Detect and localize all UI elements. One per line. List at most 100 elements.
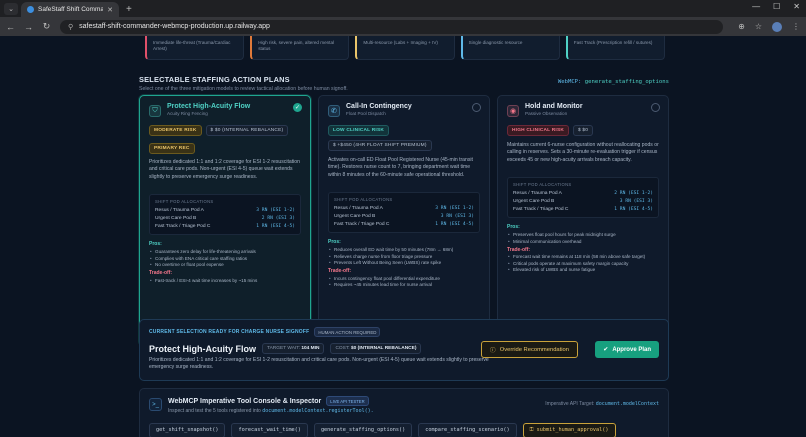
tradeoff-item: Critical pods operate at maximum safety … [507,261,659,266]
pod-rn-count: 3 RN (ESI 1-2) [435,206,474,212]
window-close-icon[interactable]: ✕ [793,2,800,11]
selected-plan-description: Prioritizes dedicated 1:1 and 1:2 covera… [149,357,489,371]
profile-avatar[interactable] [772,21,782,32]
tradeoff-heading: Trade-off: [328,268,352,275]
console-subtitle: Inspect and test the 5 tools registered … [168,408,659,414]
tool-name: generate_staffing_options() [320,427,406,433]
bookmark-star-icon[interactable]: ☆ [755,22,762,32]
pros-cons: Pros:Preserves float pool hours for peak… [507,224,659,272]
pod-name: Fast Track / Triage Pod C [155,223,211,229]
cost-badge: $ $0 (INTERNAL REBALANCE) [205,125,289,136]
plan-card[interactable]: ⛉ Protect High-Acuity Flow Acuity Ring Fen… [139,95,311,346]
cost-badge: $ $0 [573,125,594,136]
forward-icon[interactable]: → [24,22,33,32]
pod-name: Resus / Trauma Pod A [334,206,383,212]
shield-icon: ⛉ [149,105,161,117]
plan-badges: MODERATE RISK $ $0 (INTERNAL REBALANCE) [149,125,301,136]
pod-allocations: SHIFT POD ALLOCATIONS Resus / Trauma Pod … [149,194,301,236]
pod-name: Resus / Trauma Pod A [513,191,562,197]
override-label: Override Recommendation [499,346,569,353]
allocation-row: Fast Track / Triage Pod C 1 RN (ESI 4-5) [334,221,474,229]
plan-card-header: ✆ Call-In Contingency Float Pool Dispatch [328,103,480,121]
plan-description: Activates on-call ED Float Pool Register… [328,157,473,178]
tool-button[interactable]: get_shift_snapshot() [149,423,226,437]
warning-icon: ⓘ [489,348,496,354]
tab-title: SafeStaff Shift Commander – W... [38,6,104,13]
triage-level-card: Fast Track (Prescription refill / suture… [565,36,666,60]
cost-badge: $ +$450 (4HR FLOAT SHIFT PREMIUM) [328,140,432,151]
tool-button[interactable]: generate_staffing_options() [313,423,413,437]
tool-button[interactable]: ⚿ submit_human_approval() [522,423,616,437]
browser-tab-active[interactable]: SafeStaff Shift Commander – W... ✕ [21,2,119,17]
pod-rn-count: 3 RN (ESI 3) [440,214,474,220]
menu-kebab-icon[interactable]: ⋮ [792,22,800,32]
tool-name: get_shift_snapshot() [156,427,219,433]
console-title: WebMCP Imperative Tool Console & Inspect… [168,397,322,405]
plan-card[interactable]: ◉ Hold and Monitor Passive Observation HIGH… [497,95,669,346]
risk-badge: MODERATE RISK [149,125,202,136]
cost-value: $0 (INTERNAL REBALANCE) [350,346,417,351]
allocation-row: Resus / Trauma Pod A 3 RN (ESI 1-2) [334,205,474,213]
tradeoff-heading: Trade-off: [149,270,173,277]
reload-icon[interactable]: ↻ [42,21,51,32]
url-omnibox[interactable]: ⚲ safestaff-shift-commander-webmcp-produ… [60,19,724,34]
section-subtitle: Select one of the three mitigation model… [139,86,348,92]
pod-name: Urgent Care Pod B [155,216,197,222]
console-sub-prefix: Inspect and test the 5 tools registered … [168,408,261,414]
tradeoff-heading: Trade-off: [507,246,531,253]
site-info-icon[interactable]: ⚲ [68,23,73,31]
tool-name: compare_staffing_scenario() [425,427,510,433]
pro-item: Guarantees zero delay for life-threateni… [149,249,301,254]
tradeoff-item: Elevated risk of LWBS and nurse fatigue [507,267,659,272]
pod-rn-count: 1 RN (ESI 4-5) [435,221,474,227]
pod-rn-count: 2 RN (ESI 3) [261,216,295,222]
target-wait-label: TARGET WAIT: [267,346,300,351]
tool-button[interactable]: compare_staffing_scenario() [418,423,517,437]
new-tab-button[interactable]: + [126,4,132,15]
pod-allocations-title: SHIFT POD ALLOCATIONS [513,182,572,187]
back-icon[interactable]: ← [6,22,15,32]
tab-close-icon[interactable]: ✕ [107,6,113,14]
plan-subtitle: Float Pool Dispatch [346,111,386,116]
allocation-row: Fast Track / Triage Pod C 1 RN (ESI 4-5) [513,206,653,214]
triage-level-card: Immediate life-threat (Trauma/Cardiac Ar… [145,36,245,60]
tool-button[interactable]: forecast_wait_time() [231,423,308,437]
pod-rn-count: 1 RN (ESI 4-5) [614,206,653,212]
allocation-row: Resus / Trauma Pod A 3 RN (ESI 1-2) [155,207,295,215]
pros-cons: Pros:Reduces overall ED wait time by 50 … [328,239,480,287]
lock-icon: ⚿ [529,427,537,433]
pros-heading: Pros: [149,241,162,248]
override-recommendation-button[interactable]: ⓘ Override Recommendation [480,341,578,358]
pro-item: Complies with ENA critical care staffing… [149,256,301,261]
plan-radio[interactable] [651,103,660,112]
selected-plan-name: Protect High-Acuity Flow [149,343,257,354]
plan-radio[interactable] [472,103,481,112]
triage-level-text: Single diagnostic resource [468,40,523,45]
risk-badge: LOW CLINICAL RISK [328,125,390,136]
plan-badges: LOW CLINICAL RISK $ +$450 (4HR FLOAT SHIF… [328,125,480,151]
plan-card[interactable]: ✆ Call-In Contingency Float Pool Dispatch L… [318,95,490,346]
minimize-icon[interactable]: — [752,2,760,11]
check-circle-icon: ✔ [603,347,609,353]
tab-search-button[interactable]: ⌄ [4,3,18,15]
pro-item: No overtime or float pool expense [149,262,301,267]
terminal-icon: >_ [149,398,162,411]
allocation-row: Urgent Care Pod B 2 RN (ESI 3) [155,215,295,223]
pro-item: Prevents Left Without Being Seen (LWBS) … [328,260,480,265]
plan-card-header: ◉ Hold and Monitor Passive Observation [507,103,659,121]
pro-item: Preserves float pool hours for peak midn… [507,232,659,237]
allocation-row: Urgent Care Pod B 3 RN (ESI 3) [334,213,474,221]
api-target-label: Imperative API Target: [545,401,595,407]
selected-check-icon[interactable]: ✓ [293,103,302,112]
approve-plan-button[interactable]: ✔ Approve Plan [595,341,659,358]
plan-subtitle: Acuity Ring Fencing [167,111,208,116]
selection-panel: CURRENT SELECTION READY FOR CHARGE NURSE… [139,319,669,381]
zoom-icon[interactable]: ⊕ [738,22,745,32]
maximize-icon[interactable]: ☐ [773,2,780,11]
plan-name: Hold and Monitor [525,103,583,110]
allocation-row: Urgent Care Pod B 3 RN (ESI 3) [513,198,653,206]
console-sub-code: document.modelContext.registerTool(). [262,408,374,414]
pod-rn-count: 3 RN (ESI 3) [619,199,653,205]
triage-level-text: Immediate life-threat (Trauma/Cardiac Ar… [153,40,231,52]
tradeoff-item: Incurs contingency float pool differenti… [328,276,480,281]
